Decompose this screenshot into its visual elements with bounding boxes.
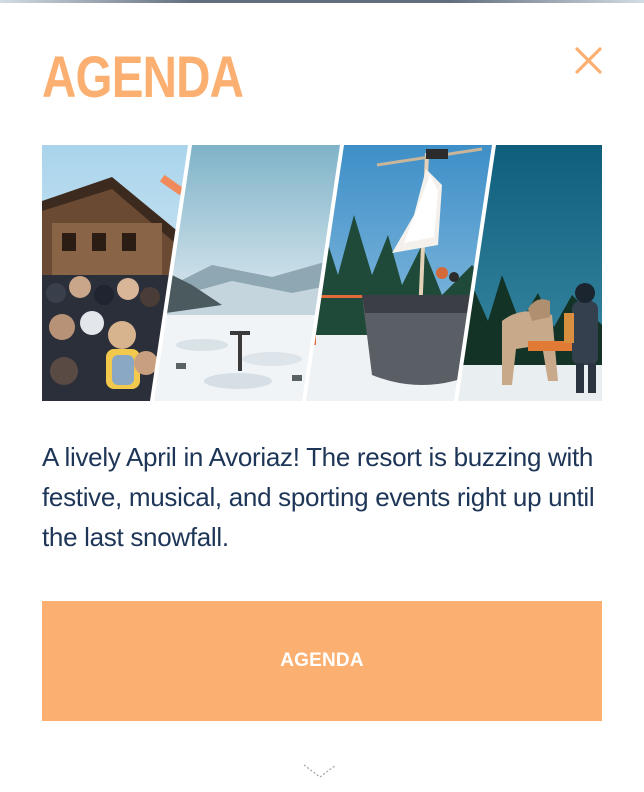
- modal-title: AGENDA: [42, 45, 244, 110]
- close-icon: [575, 47, 602, 74]
- agenda-modal: AGENDA A lively April in Avoriaz! The re…: [0, 3, 644, 792]
- agenda-photo-collage: [42, 145, 602, 401]
- agenda-button-label: AGENDA: [280, 650, 364, 671]
- agenda-button[interactable]: AGENDA: [42, 601, 602, 721]
- chevron-down-icon: [303, 764, 337, 778]
- close-button[interactable]: [570, 41, 608, 79]
- scroll-down-hint[interactable]: [300, 759, 340, 781]
- agenda-description: A lively April in Avoriaz! The resort is…: [42, 442, 595, 552]
